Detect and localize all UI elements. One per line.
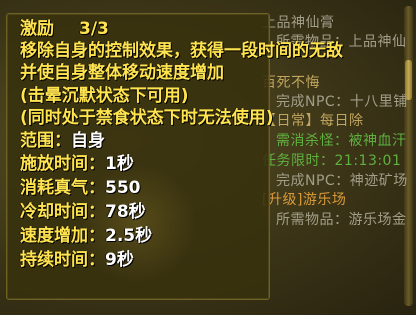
- skill-tooltip: 激励 3/3 移除自身的控制效果，获得一段时间的无敌 并使自身整体移动速度增加 …: [6, 13, 343, 300]
- stat-energy-cost: 消耗真气：550: [20, 177, 141, 199]
- stat-value: 9秒: [105, 250, 134, 270]
- stat-value: 2.5秒: [105, 226, 153, 246]
- quest-complete-npc[interactable]: 完成NPC：十八里铺: [276, 93, 408, 111]
- skill-usage-note-1: (击晕沉默状态下可用): [20, 86, 189, 106]
- stat-label: 冷却时间：: [20, 202, 105, 222]
- stat-cast-time: 施放时间：1秒: [20, 153, 134, 175]
- skill-description-line-1: 移除自身的控制效果，获得一段时间的无敌: [20, 41, 343, 61]
- stat-cooldown: 冷却时间：78秒: [20, 201, 146, 223]
- stat-value: 550: [105, 178, 141, 198]
- stat-range: 范围：自身: [20, 130, 105, 152]
- stat-label: 范围：: [20, 131, 71, 151]
- stat-label: 施放时间：: [20, 154, 105, 174]
- quest-kill-target[interactable]: 需消杀怪：被神血汗: [276, 132, 407, 150]
- quest-title-upgrade[interactable]: [升级]游乐场: [262, 191, 346, 209]
- stat-duration: 持续时间：9秒: [20, 249, 134, 271]
- skill-usage-note-2: (同时处于禁食状态下时无法使用): [20, 108, 274, 128]
- stat-label: 消耗真气：: [20, 178, 105, 198]
- quest-time-limit: 任务限时：21:13:01: [262, 153, 402, 169]
- skill-name: 激励: [20, 19, 54, 39]
- skill-description-line-2: 并使自身整体移动速度增加: [20, 63, 224, 83]
- stat-value: 1秒: [105, 154, 134, 174]
- skill-level: 3/3: [79, 19, 109, 39]
- quest-required-item-2: 所需物品：游乐场金: [276, 212, 407, 228]
- quest-complete-npc-2[interactable]: 完成NPC：神迹矿场: [276, 172, 408, 190]
- quest-title-daily[interactable]: 【日常】每日除: [262, 112, 364, 130]
- quest-tracker-scrollbar[interactable]: [404, 6, 413, 306]
- stat-label: 持续时间：: [20, 250, 105, 270]
- quest-title[interactable]: 百死不悔: [262, 74, 320, 92]
- stat-label: 速度增加：: [20, 226, 105, 246]
- stat-value: 自身: [71, 131, 105, 151]
- stat-value: 78秒: [105, 202, 146, 222]
- quest-line-item[interactable]: 上品神仙膏: [262, 14, 335, 32]
- stat-speed-bonus: 速度增加：2.5秒: [20, 225, 152, 247]
